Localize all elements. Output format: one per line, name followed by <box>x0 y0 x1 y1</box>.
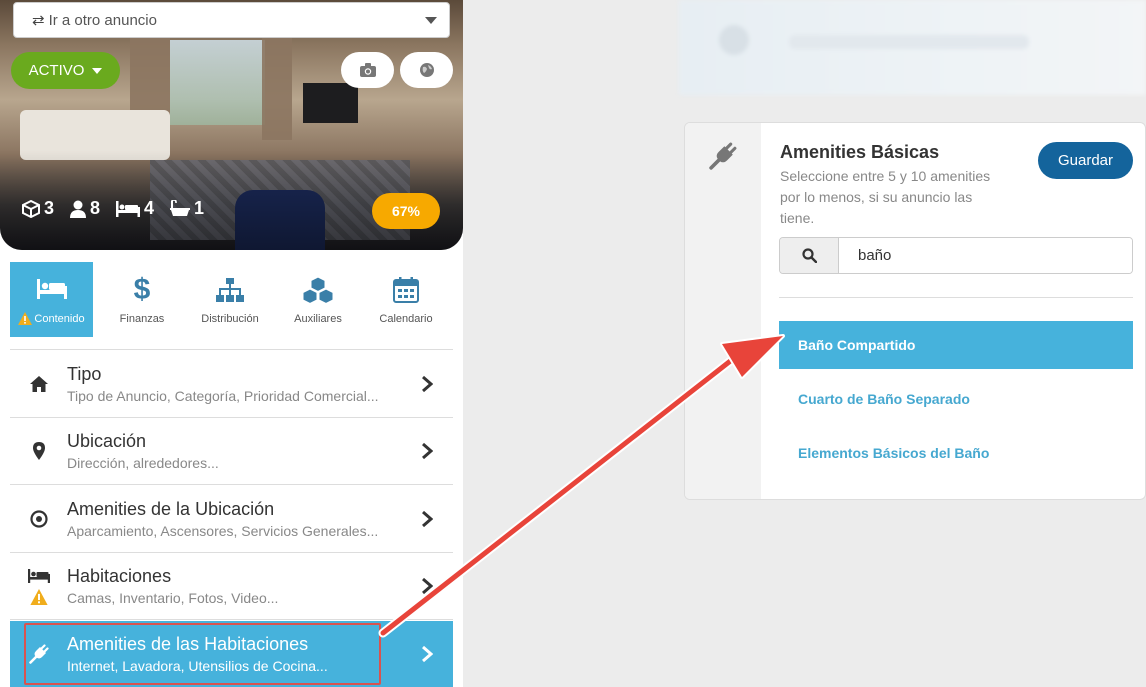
menu-item-title: Ubicación <box>67 431 147 451</box>
menu-item-amenities-ubicacion[interactable]: Amenities de la Ubicación Aparcamiento, … <box>10 486 453 553</box>
menu-item-tipo[interactable]: Tipo Tipo de Anuncio, Categoría, Priorid… <box>10 351 453 418</box>
tab-calendario-label: Calendario <box>379 313 433 325</box>
chevron-right-icon <box>422 577 433 595</box>
status-label: ACTIVO <box>28 62 85 79</box>
chevron-right-icon <box>422 375 433 393</box>
globe-icon <box>419 63 434 77</box>
warning-icon <box>30 589 48 605</box>
search-addon[interactable] <box>780 238 839 273</box>
tab-finanzas-label: Finanzas <box>119 313 165 325</box>
result-item-elementos-basicos-bano[interactable]: Elementos Básicos del Baño <box>779 429 1133 477</box>
guests-count: 8 <box>90 198 101 218</box>
tab-distribucion[interactable]: Distribución <box>186 262 274 337</box>
map-button[interactable] <box>400 52 453 88</box>
beds-count: 4 <box>144 198 155 218</box>
tab-auxiliares[interactable]: Auxiliares <box>274 262 362 337</box>
bed-icon <box>28 569 50 583</box>
sitemap-icon <box>216 278 244 302</box>
menu-item-subtitle: Dirección, alrededores... <box>67 455 219 471</box>
chevron-right-icon <box>422 510 433 528</box>
listing-stats: 3 8 4 1 <box>22 198 204 219</box>
map-marker-icon <box>33 442 45 460</box>
card-title: Amenities Básicas <box>780 142 940 162</box>
bed-icon <box>36 279 67 299</box>
blurred-header <box>679 0 1146 95</box>
annotation-highlight-box <box>24 623 381 685</box>
menu-item-ubicacion[interactable]: Ubicación Dirección, alrededores... <box>10 418 453 485</box>
section-tabs: Contenido $ Finanzas Distribución Auxili… <box>10 262 453 350</box>
amenity-search <box>779 237 1133 274</box>
divider <box>779 297 1133 298</box>
warning-icon <box>18 312 33 325</box>
rooms-stat: 3 <box>22 198 54 219</box>
tab-auxiliares-label: Auxiliares <box>294 313 342 325</box>
dollar-icon: $ <box>133 273 151 306</box>
caret-down-icon <box>92 67 103 74</box>
search-icon <box>801 248 817 263</box>
completion-badge: 67% <box>372 193 440 229</box>
guests-stat: 8 <box>70 198 100 219</box>
search-input[interactable] <box>839 238 1132 273</box>
exchange-icon: ⇄ <box>32 12 45 29</box>
menu-item-subtitle: Tipo de Anuncio, Categoría, Prioridad Co… <box>67 388 379 404</box>
menu-item-subtitle: Aparcamiento, Ascensores, Servicios Gene… <box>67 523 379 539</box>
menu-item-title: Amenities de la Ubicación <box>67 499 275 519</box>
cubes-icon <box>302 276 334 304</box>
baths-count: 1 <box>194 198 205 218</box>
chevron-right-icon <box>422 645 433 663</box>
save-button[interactable]: Guardar <box>1038 142 1133 179</box>
result-item-cuarto-bano-separado[interactable]: Cuarto de Baño Separado <box>779 375 1133 423</box>
tab-contenido[interactable]: Contenido <box>10 262 93 337</box>
menu-item-title: Habitaciones <box>67 566 172 586</box>
calendar-icon <box>393 277 419 303</box>
home-icon <box>30 376 48 392</box>
chevron-down-icon <box>425 16 437 24</box>
bed-icon <box>116 200 141 217</box>
listing-sidebar: ⇄ Ir a otro anuncio ACTIVO 3 8 4 1 67% C… <box>0 0 463 687</box>
rooms-count: 3 <box>44 198 55 218</box>
card-sidebar <box>685 123 761 499</box>
tab-distribucion-label: Distribución <box>201 313 259 325</box>
user-icon <box>70 200 87 218</box>
plug-icon <box>709 142 737 170</box>
listing-selector[interactable]: ⇄ Ir a otro anuncio <box>13 2 450 38</box>
camera-icon <box>359 63 376 77</box>
chevron-right-icon <box>422 442 433 460</box>
cube-icon <box>22 199 40 218</box>
beds-stat: 4 <box>116 198 154 219</box>
menu-item-title: Tipo <box>67 364 102 384</box>
photos-button[interactable] <box>341 52 394 88</box>
result-item-bano-compartido[interactable]: Baño Compartido <box>779 321 1133 369</box>
baths-stat: 1 <box>170 198 204 219</box>
status-dropdown-button[interactable]: ACTIVO <box>11 52 120 89</box>
tab-finanzas[interactable]: $ Finanzas <box>98 262 186 337</box>
bath-icon <box>170 199 191 216</box>
tab-contenido-label: Contenido <box>34 312 85 325</box>
menu-item-subtitle: Camas, Inventario, Fotos, Video... <box>67 590 279 606</box>
card-description: Seleccione entre 5 y 10 amenities por lo… <box>780 168 991 226</box>
amenities-card: Amenities Básicas Seleccione entre 5 y 1… <box>684 122 1146 500</box>
tab-calendario[interactable]: Calendario <box>362 262 450 337</box>
listing-selector-label: Ir a otro anuncio <box>48 11 157 29</box>
target-icon <box>30 510 48 528</box>
menu-item-habitaciones[interactable]: Habitaciones Camas, Inventario, Fotos, V… <box>10 553 453 620</box>
